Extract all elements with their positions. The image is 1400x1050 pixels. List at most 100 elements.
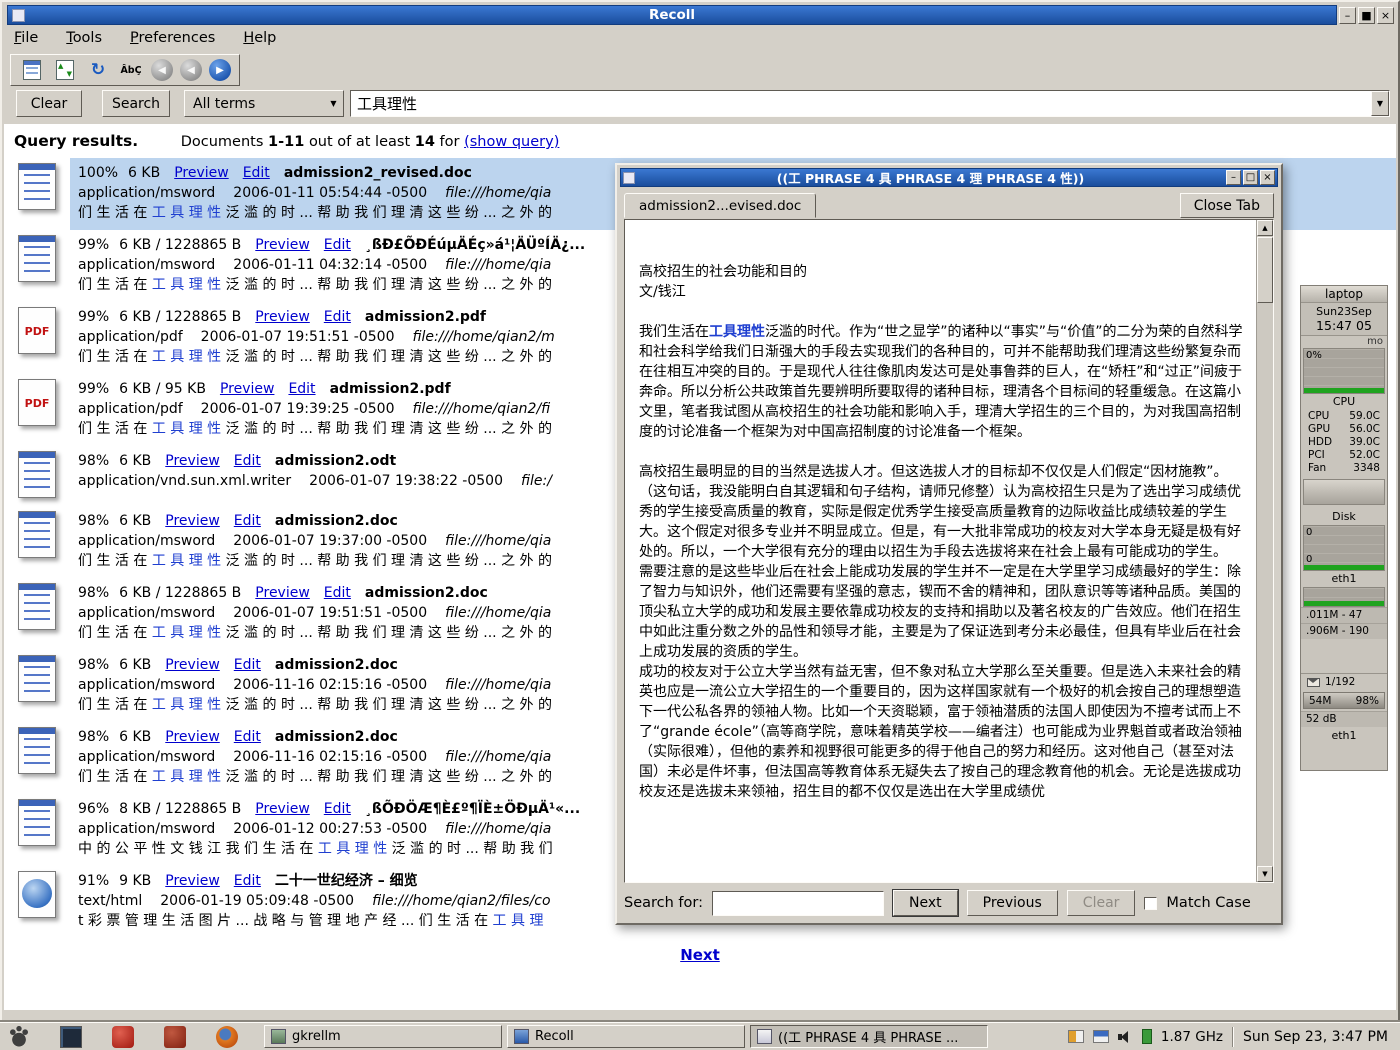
document-table-glyph: [23, 60, 41, 80]
result-edit-link[interactable]: Edit: [324, 309, 351, 325]
find-previous-button[interactable]: Previous: [967, 890, 1058, 916]
next-page-button[interactable]: ▶: [209, 59, 231, 81]
chevron-down-icon: ▼: [324, 91, 343, 116]
window-icon: [12, 9, 25, 22]
table-view-icon[interactable]: [19, 58, 45, 82]
next-results-link[interactable]: Next: [4, 946, 1396, 964]
result-preview-link[interactable]: Preview: [165, 729, 220, 745]
tray-layout-icon-1[interactable]: [1068, 1030, 1084, 1043]
recoll-task-icon: [514, 1029, 529, 1044]
search-button[interactable]: Search: [102, 90, 170, 117]
result-edit-link[interactable]: Edit: [288, 381, 315, 397]
result-preview-link[interactable]: Preview: [220, 381, 275, 397]
preview-paragraph: 需要注意的是这些毕业后在社会上能成功发展的学生并不一定是在大学里学习成绩最好的学…: [639, 562, 1247, 662]
recoll-titlebar[interactable]: Recoll: [7, 5, 1337, 25]
gkrellm-cpu-chart[interactable]: 0%: [1303, 348, 1385, 394]
preview-maximize-button[interactable]: □: [1243, 170, 1258, 185]
result-edit-link[interactable]: Edit: [234, 657, 261, 673]
taskbar-task-gkrellm[interactable]: gkrellm: [264, 1025, 502, 1048]
app-launcher-red-icon[interactable]: [112, 1026, 134, 1048]
mail-count: 1/192: [1325, 676, 1355, 688]
result-edit-link[interactable]: Edit: [324, 801, 351, 817]
scroll-down-icon[interactable]: ▼: [1257, 866, 1273, 882]
window-title: Recoll: [649, 7, 695, 23]
gkrellm-clock[interactable]: Sun23Sep 15:47 05: [1301, 303, 1387, 336]
query-history-icon[interactable]: ↻: [85, 58, 111, 82]
preview-paragraph: 高校招生最明显的目的当然是选拔人才。但这选拔人才的目标却不仅仅是人们假定“因材施…: [639, 462, 1247, 562]
match-case-checkbox[interactable]: [1144, 897, 1157, 910]
find-input[interactable]: [712, 891, 884, 916]
search-input[interactable]: [351, 95, 1371, 113]
result-date: 2006-01-07 19:51:51 -0500: [201, 329, 395, 345]
taskbar-task-preview[interactable]: ((工 PHRASE 4 具 PHRASE ...: [750, 1025, 988, 1048]
preview-paragraph: 成功的校友对于公立大学当然有益无害，但不象对私立大学那么至关重要。但是选入未来社…: [639, 662, 1247, 802]
result-preview-link[interactable]: Preview: [255, 309, 310, 325]
result-edit-link[interactable]: Edit: [234, 453, 261, 469]
taskbar-task-recoll[interactable]: Recoll: [507, 1025, 745, 1048]
doc-file-icon: [18, 583, 56, 630]
minimize-button[interactable]: –: [1339, 7, 1356, 24]
history-dropdown-icon[interactable]: ▼: [1371, 91, 1389, 116]
search-mode-select[interactable]: All terms ▼: [184, 90, 344, 117]
result-edit-link[interactable]: Edit: [243, 165, 270, 181]
result-preview-link[interactable]: Preview: [165, 453, 220, 469]
menu-tools[interactable]: Tools: [66, 30, 102, 50]
result-preview-link[interactable]: Preview: [165, 513, 220, 529]
terminal-launcher-icon[interactable]: [60, 1026, 82, 1048]
preview-titlebar[interactable]: ((工 PHRASE 4 具 PHRASE 4 理 PHRASE 4 性)) –…: [620, 168, 1278, 187]
result-edit-link[interactable]: Edit: [234, 729, 261, 745]
menu-help[interactable]: Help: [243, 30, 276, 50]
result-preview-link[interactable]: Preview: [174, 165, 229, 181]
result-preview-link[interactable]: Preview: [255, 585, 310, 601]
results-header-title: Query results.: [14, 132, 138, 150]
result-url: file:///home/qian2/fi: [412, 401, 550, 417]
menu-preferences[interactable]: Preferences: [130, 30, 215, 50]
result-score: 91%: [78, 873, 109, 889]
gkrellm-volume[interactable]: 52 dB: [1301, 711, 1387, 727]
preview-tab[interactable]: admission2...evised.doc: [624, 193, 816, 218]
gkrellm-sensor-pci: PCI52.0C: [1301, 449, 1387, 462]
gkrellm-net-chart[interactable]: [1303, 587, 1385, 607]
result-edit-link[interactable]: Edit: [324, 237, 351, 253]
gkrellm-disk-chart[interactable]: 0 0: [1303, 525, 1385, 571]
doc-file-icon: [18, 799, 56, 846]
result-edit-link[interactable]: Edit: [234, 873, 261, 889]
result-date: 2006-11-16 02:15:16 -0500: [233, 749, 427, 765]
search-for-label: Search for:: [624, 895, 703, 911]
close-tab-button[interactable]: Close Tab: [1180, 193, 1274, 218]
gkrellm-mail[interactable]: 1/192: [1301, 673, 1387, 690]
sort-icon[interactable]: [52, 58, 78, 82]
menu-file[interactable]: File: [14, 30, 38, 50]
power-icon[interactable]: [1142, 1029, 1152, 1044]
menu-launcher-icon[interactable]: [8, 1026, 30, 1048]
gkrellm-memory-meter[interactable]: 54M 98%: [1303, 692, 1385, 709]
result-preview-link[interactable]: Preview: [255, 801, 310, 817]
result-score: 99%: [78, 237, 109, 253]
preview-minimize-button[interactable]: –: [1226, 170, 1241, 185]
preview-close-button[interactable]: ×: [1260, 170, 1275, 185]
result-preview-link[interactable]: Preview: [255, 237, 310, 253]
maximize-button[interactable]: ■: [1358, 7, 1375, 24]
spellcheck-icon[interactable]: ÂbÇ: [118, 58, 144, 82]
result-preview-link[interactable]: Preview: [165, 873, 220, 889]
close-button[interactable]: ×: [1377, 7, 1394, 24]
preview-scrollbar[interactable]: ▲ ▼: [1256, 220, 1273, 882]
result-title: admission2.doc: [365, 585, 488, 601]
volume-icon[interactable]: [1118, 1030, 1133, 1043]
scroll-up-icon[interactable]: ▲: [1257, 220, 1273, 236]
find-next-button[interactable]: Next: [893, 890, 958, 916]
prev-page-button[interactable]: ◀: [180, 59, 202, 81]
result-preview-link[interactable]: Preview: [165, 657, 220, 673]
result-mimetype: application/msword: [78, 821, 215, 837]
tray-layout-icon-2[interactable]: [1093, 1030, 1109, 1043]
gkrellm-sensor-cpu: CPU59.0C: [1301, 410, 1387, 423]
result-date: 2006-01-07 19:38:22 -0500: [309, 473, 503, 489]
first-page-button[interactable]: ◀: [151, 59, 173, 81]
scrollbar-thumb[interactable]: [1257, 237, 1273, 303]
result-edit-link[interactable]: Edit: [324, 585, 351, 601]
result-edit-link[interactable]: Edit: [234, 513, 261, 529]
app-launcher-darkred-icon[interactable]: [164, 1026, 186, 1048]
show-query-link[interactable]: (show query): [464, 134, 559, 150]
firefox-launcher-icon[interactable]: [216, 1026, 238, 1048]
clear-button[interactable]: Clear: [16, 90, 82, 117]
